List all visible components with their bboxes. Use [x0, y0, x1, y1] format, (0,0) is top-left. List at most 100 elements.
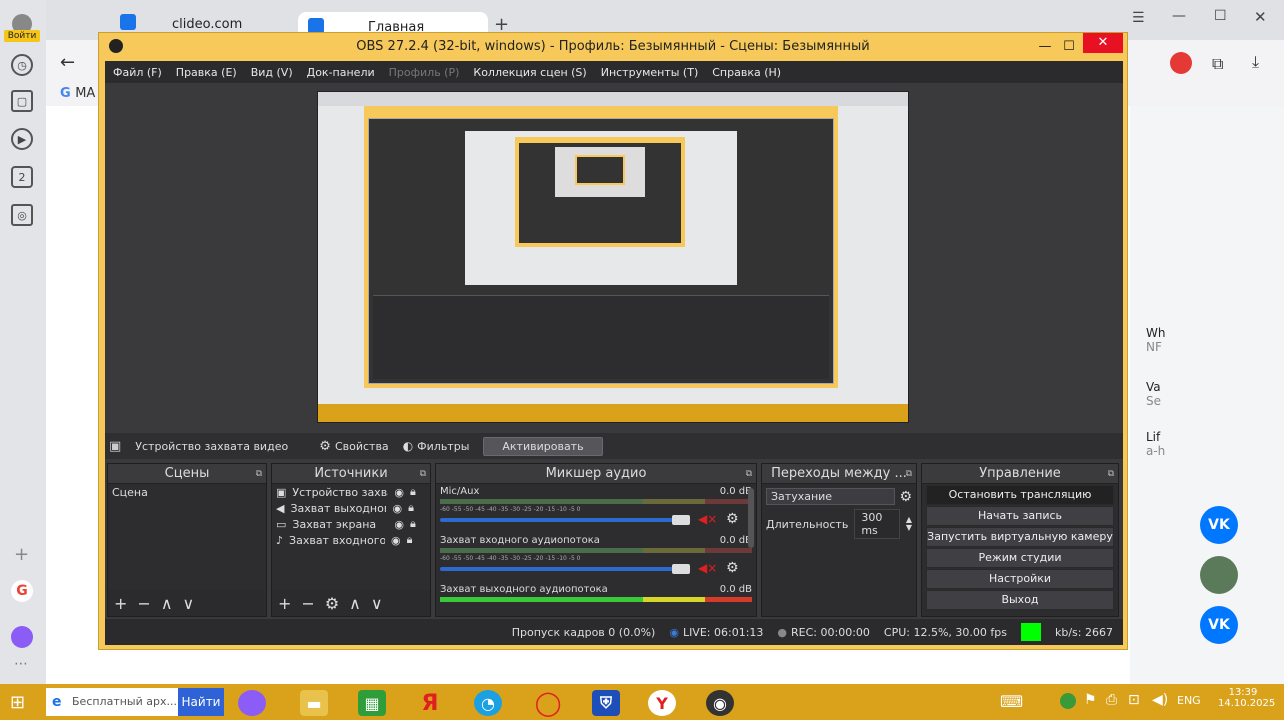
share-icon[interactable]: ⧉: [1212, 54, 1223, 74]
studio-mode-button[interactable]: Режим студии: [926, 548, 1114, 568]
menu-item-tools[interactable]: Инструменты (T): [601, 66, 699, 79]
media-icon[interactable]: ▶: [11, 128, 33, 150]
float-icon[interactable]: ⧉: [906, 464, 912, 484]
search-button[interactable]: Найти: [178, 688, 224, 716]
remove-icon[interactable]: −: [137, 594, 150, 613]
activate-button[interactable]: Активировать: [483, 436, 603, 456]
volume-knob[interactable]: [672, 515, 690, 525]
gear-icon[interactable]: ⚙: [726, 511, 739, 527]
gear-icon[interactable]: ⚙: [899, 489, 912, 505]
download-icon[interactable]: ⤓: [1252, 52, 1259, 72]
list-item[interactable]: Va Se: [1146, 380, 1266, 408]
up-icon[interactable]: ∧: [161, 594, 173, 613]
volume-icon[interactable]: ◀): [1152, 692, 1168, 708]
close-icon[interactable]: ✕: [1254, 8, 1267, 26]
exit-button[interactable]: Выход: [926, 590, 1114, 610]
list-item[interactable]: Lif a-h: [1146, 430, 1266, 458]
login-button[interactable]: Войти: [4, 30, 40, 42]
store-icon[interactable]: ▦: [358, 690, 386, 716]
maximize-icon[interactable]: ☐: [1214, 8, 1227, 24]
edge-icon[interactable]: ◔: [474, 690, 502, 716]
alice-icon[interactable]: [11, 626, 33, 648]
source-item[interactable]: ▣ Устройство захват ◉ 🔒︎: [272, 484, 430, 500]
filters-button[interactable]: ◐ Фильтры: [403, 439, 470, 453]
obs-taskbar-icon[interactable]: ◉: [706, 690, 734, 716]
extension-icon[interactable]: [1170, 52, 1192, 74]
yandex-browser-icon[interactable]: Я: [416, 690, 444, 716]
menu-item-edit[interactable]: Правка (E): [176, 66, 237, 79]
alice-icon[interactable]: [238, 690, 266, 716]
eye-icon[interactable]: ◉: [394, 518, 404, 531]
network-icon[interactable]: ⊡: [1128, 692, 1140, 708]
eye-icon[interactable]: ◉: [391, 534, 401, 547]
history-icon[interactable]: ◷: [11, 54, 33, 76]
maximize-icon[interactable]: ☐: [1059, 33, 1079, 60]
flag-icon[interactable]: ⚑: [1084, 692, 1097, 708]
scene-item[interactable]: Сцена: [108, 484, 266, 500]
lock-icon[interactable]: 🔒︎: [408, 501, 414, 515]
minimize-icon[interactable]: —: [1172, 8, 1186, 24]
language-indicator[interactable]: ENG: [1177, 694, 1201, 707]
menu-item-docks[interactable]: Док-панели: [307, 66, 375, 79]
bookmark-item[interactable]: G MA: [60, 86, 95, 101]
lock-icon[interactable]: 🔒︎: [410, 517, 416, 531]
down-icon[interactable]: ∨: [371, 594, 383, 613]
spinner-icon[interactable]: ▲ ▼: [906, 516, 912, 532]
muted-speaker-icon[interactable]: ◀×: [698, 512, 717, 526]
minimize-icon[interactable]: —: [1035, 33, 1055, 60]
eye-icon[interactable]: ◉: [394, 486, 404, 499]
menu-icon[interactable]: ☰: [1132, 10, 1145, 26]
up-icon[interactable]: ∧: [349, 594, 361, 613]
duration-input[interactable]: 300 ms: [854, 509, 900, 539]
volume-knob[interactable]: [672, 564, 690, 574]
close-button[interactable]: ✕: [1083, 33, 1123, 53]
clock[interactable]: 13:39 14.10.2025: [1218, 687, 1275, 709]
search-input[interactable]: e Бесплатный арх...: [46, 688, 178, 716]
more-icon[interactable]: ⋯: [14, 656, 28, 672]
volume-slider[interactable]: ◀× ⚙: [440, 560, 752, 576]
badge-icon[interactable]: 2: [11, 166, 33, 188]
list-item[interactable]: Wh NF: [1146, 326, 1266, 354]
source-item[interactable]: ◀ Захват выходного ◉ 🔒︎: [272, 500, 430, 516]
back-icon[interactable]: ←: [60, 52, 75, 73]
preview-canvas[interactable]: [317, 91, 909, 423]
gear-icon[interactable]: ⚙: [325, 594, 339, 613]
remove-icon[interactable]: −: [301, 594, 314, 613]
properties-button[interactable]: ⚙ Свойства: [319, 439, 388, 454]
virtual-camera-button[interactable]: Запустить виртуальную камеру: [926, 527, 1114, 547]
transition-select[interactable]: Затухание: [766, 488, 896, 505]
mixer-scrollbar[interactable]: [748, 488, 754, 548]
menu-item-profile[interactable]: Профиль (P): [389, 66, 460, 79]
stop-stream-button[interactable]: Остановить трансляцию: [926, 485, 1114, 505]
vk-icon[interactable]: VK: [1200, 606, 1238, 644]
printer-icon[interactable]: ⎙: [1106, 692, 1117, 708]
keyboard-icon[interactable]: ⌨: [1000, 692, 1023, 711]
yandex-icon[interactable]: Y: [648, 690, 676, 716]
float-icon[interactable]: ⧉: [746, 464, 752, 484]
menu-item-help[interactable]: Справка (H): [712, 66, 781, 79]
gear-icon[interactable]: ⚙: [726, 560, 739, 576]
source-item[interactable]: ♪ Захват входного а ◉ 🔒︎: [272, 532, 430, 548]
shield-icon[interactable]: ⛨: [592, 690, 620, 716]
float-icon[interactable]: ⧉: [256, 464, 262, 484]
lock-icon[interactable]: 🔒︎: [407, 533, 413, 547]
tray-icon[interactable]: [1060, 693, 1076, 709]
start-recording-button[interactable]: Начать запись: [926, 506, 1114, 526]
start-windows-icon[interactable]: ⊞: [10, 692, 34, 714]
menu-item-scene-collection[interactable]: Коллекция сцен (S): [473, 66, 586, 79]
vk-icon[interactable]: VK: [1200, 506, 1238, 544]
screenshot-icon[interactable]: ◎: [11, 204, 33, 226]
add-icon[interactable]: +: [14, 544, 29, 565]
float-icon[interactable]: ⧉: [1108, 464, 1114, 484]
float-icon[interactable]: ⧉: [420, 464, 426, 484]
collections-icon[interactable]: ▢: [11, 90, 33, 112]
menu-item-view[interactable]: Вид (V): [251, 66, 293, 79]
source-item[interactable]: ▭ Захват экрана ◉ 🔒︎: [272, 516, 430, 532]
file-explorer-icon[interactable]: ▬: [300, 690, 328, 716]
lock-icon[interactable]: 🔒︎: [410, 485, 416, 499]
opera-icon[interactable]: ◯: [534, 689, 562, 717]
settings-button[interactable]: Настройки: [926, 569, 1114, 589]
muted-speaker-icon[interactable]: ◀×: [698, 561, 717, 575]
eye-icon[interactable]: ◉: [392, 502, 402, 515]
add-icon[interactable]: +: [278, 594, 291, 613]
